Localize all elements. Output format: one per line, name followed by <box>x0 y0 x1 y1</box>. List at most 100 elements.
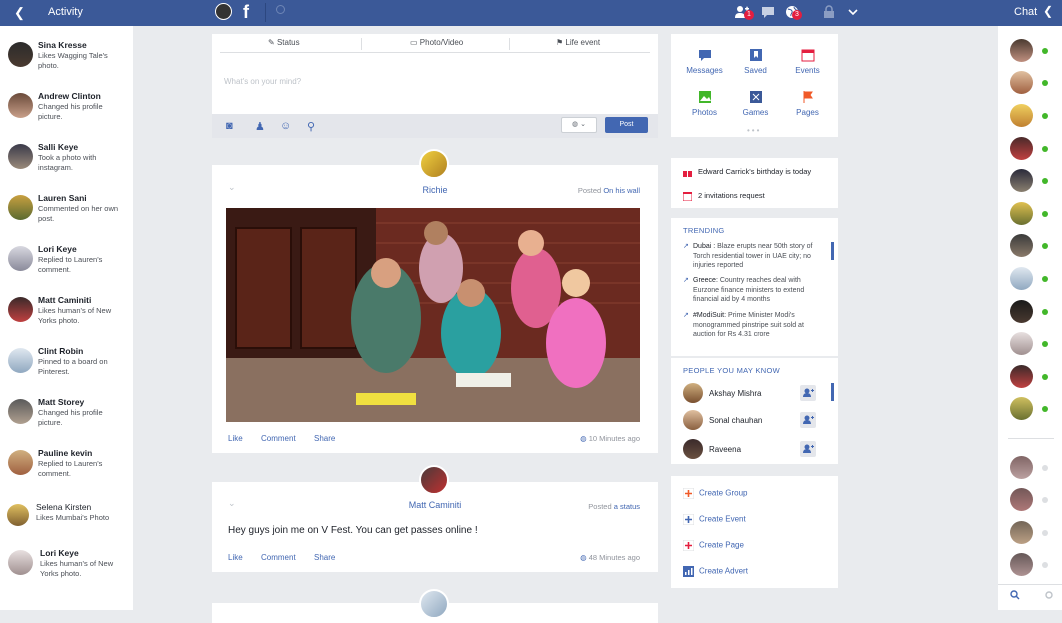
trending-item[interactable]: ↗ Dubai : Blaze erupts near 50th story of… <box>683 242 825 271</box>
activity-name[interactable]: Matt Caminiti <box>38 295 91 305</box>
birthday-name[interactable]: Edward Carrick's <box>698 167 754 176</box>
create-group-link[interactable]: Create Group <box>683 488 747 499</box>
chat-contact-avatar[interactable] <box>1010 521 1033 544</box>
add-friend-button[interactable] <box>800 412 816 428</box>
chat-contact-avatar[interactable] <box>1010 553 1033 576</box>
shortcut-messages[interactable]: Messages <box>677 48 732 75</box>
activity-item[interactable]: Selena Kirsten Likes Mumbai's Photo <box>0 502 133 552</box>
activity-name[interactable]: Lori Keye <box>38 244 77 254</box>
post-photo[interactable] <box>226 208 640 422</box>
people-scrollbar[interactable] <box>831 383 834 401</box>
tab-life-event[interactable]: ⚑ Life event <box>556 38 600 47</box>
chat-collapse-icon[interactable]: ❮ <box>1043 4 1053 18</box>
chat-contact-avatar[interactable] <box>1010 300 1033 323</box>
more-dots-icon[interactable]: ••• <box>747 126 761 135</box>
chat-contact-avatar[interactable] <box>1010 234 1033 257</box>
person-name[interactable]: Raveena <box>709 445 741 454</box>
activity-item[interactable]: Andrew Clinton Changed his profile pictur… <box>0 91 133 141</box>
chat-contact-avatar[interactable] <box>1010 71 1033 94</box>
privacy-selector[interactable]: ◍ ⌄ <box>561 117 597 133</box>
trending-item[interactable]: ↗ #ModiSuit: Prime Minister Modi's monogr… <box>683 311 825 340</box>
activity-desc: Likes Wagging Tale's photo. <box>38 51 108 70</box>
camera-icon[interactable]: ◙ <box>226 120 233 132</box>
shortcut-photos[interactable]: Photos <box>677 90 732 117</box>
shortcut-pages[interactable]: Pages <box>780 90 835 117</box>
activity-name[interactable]: Salli Keye <box>38 142 78 152</box>
person-name[interactable]: Akshay Mishra <box>709 389 761 398</box>
author-avatar[interactable] <box>419 465 449 495</box>
activity-item[interactable]: Salli Keye Took a photo with instagram. <box>0 142 133 192</box>
add-friend-button[interactable] <box>800 441 816 457</box>
search-input[interactable] <box>265 3 705 22</box>
like-button[interactable]: Like <box>228 434 243 443</box>
chat-contact-avatar[interactable] <box>1010 267 1033 290</box>
activity-item[interactable]: Matt Caminiti Likes human's of New Yorks … <box>0 295 133 345</box>
comment-button[interactable]: Comment <box>261 434 296 443</box>
chat-settings-gear-icon[interactable] <box>1044 590 1054 600</box>
chat-contact-avatar[interactable] <box>1010 39 1033 62</box>
shortcut-saved[interactable]: Saved <box>728 48 783 75</box>
share-button[interactable]: Share <box>314 434 335 443</box>
chat-contact-avatar[interactable] <box>1010 202 1033 225</box>
account-menu-chevron-down-icon[interactable] <box>846 5 860 19</box>
author-avatar[interactable] <box>419 589 449 619</box>
activity-item[interactable]: Lori Keye Replied to Lauren's comment. <box>0 244 133 294</box>
activity-name[interactable]: Pauline kevin <box>38 448 92 458</box>
activity-item[interactable]: Lauren Sani Commented on her own post. <box>0 193 133 243</box>
activity-name[interactable]: Selena Kirsten <box>36 502 91 512</box>
facebook-logo-icon[interactable]: f <box>243 2 249 23</box>
create-event-link[interactable]: Create Event <box>683 514 746 525</box>
invitations-item[interactable]: 2 invitations request <box>683 191 765 201</box>
privacy-lock-icon[interactable] <box>822 5 836 19</box>
post-meta-link[interactable]: On his wall <box>603 186 640 195</box>
avatar[interactable] <box>683 410 703 430</box>
location-pin-icon[interactable]: ⚲ <box>307 120 315 133</box>
author-avatar[interactable] <box>419 149 449 179</box>
chat-contact-avatar[interactable] <box>1010 332 1033 355</box>
activity-name[interactable]: Clint Robin <box>38 346 83 356</box>
activity-name[interactable]: Andrew Clinton <box>38 91 101 101</box>
shortcut-games[interactable]: Games <box>728 90 783 117</box>
status-input[interactable]: What's on your mind? <box>224 77 301 86</box>
tag-friends-icon[interactable]: ♟ <box>255 120 265 133</box>
activity-item[interactable]: Sina Kresse Likes Wagging Tale's photo. <box>0 40 133 90</box>
post-button[interactable]: Post <box>605 117 648 133</box>
chat-search-input[interactable] <box>998 584 1062 604</box>
activity-name[interactable]: Lori Keye <box>40 548 79 558</box>
activity-item[interactable]: Clint Robin Pinned to a board on Pinteres… <box>0 346 133 396</box>
share-button[interactable]: Share <box>314 553 335 562</box>
trending-item[interactable]: ↗ Greece: Country reaches deal with Eurzo… <box>683 276 825 305</box>
birthday-item[interactable]: Edward Carrick's birthday is today <box>683 167 811 177</box>
avatar[interactable] <box>683 383 703 403</box>
comment-button[interactable]: Comment <box>261 553 296 562</box>
person-name[interactable]: Sonal chauhan <box>709 416 762 425</box>
avatar[interactable] <box>683 439 703 459</box>
chat-contact-avatar[interactable] <box>1010 169 1033 192</box>
shortcut-events[interactable]: Events <box>780 48 835 75</box>
like-button[interactable]: Like <box>228 553 243 562</box>
chat-contact-avatar[interactable] <box>1010 488 1033 511</box>
post-meta-link[interactable]: a status <box>614 502 640 511</box>
chat-contact-avatar[interactable] <box>1010 365 1033 388</box>
messages-icon[interactable] <box>761 5 775 19</box>
feeling-smiley-icon[interactable]: ☺ <box>280 120 291 132</box>
chat-contact-avatar[interactable] <box>1010 397 1033 420</box>
profile-avatar[interactable] <box>215 3 232 20</box>
chat-contact-avatar[interactable] <box>1010 137 1033 160</box>
trending-scrollbar[interactable] <box>831 242 834 260</box>
create-label: Create Event <box>699 514 746 524</box>
activity-name[interactable]: Lauren Sani <box>38 193 87 203</box>
activity-name[interactable]: Matt Storey <box>38 397 84 407</box>
activity-item[interactable]: Lori Keye Likes human's of New Yorks phot… <box>0 548 133 598</box>
create-page-link[interactable]: Create Page <box>683 540 744 551</box>
chat-contact-avatar[interactable] <box>1010 456 1033 479</box>
tab-status[interactable]: ✎ Status <box>268 38 300 47</box>
activity-name[interactable]: Sina Kresse <box>38 40 87 50</box>
create-advert-link[interactable]: Create Advert <box>683 566 748 577</box>
tab-photo-video[interactable]: ▭ Photo/Video <box>410 38 463 47</box>
activity-item[interactable]: Pauline kevin Replied to Lauren's comment… <box>0 448 133 498</box>
activity-item[interactable]: Matt Storey Changed his profile picture. <box>0 397 133 447</box>
back-arrow-icon[interactable]: ❮ <box>14 5 25 21</box>
chat-contact-avatar[interactable] <box>1010 104 1033 127</box>
add-friend-button[interactable] <box>800 385 816 401</box>
